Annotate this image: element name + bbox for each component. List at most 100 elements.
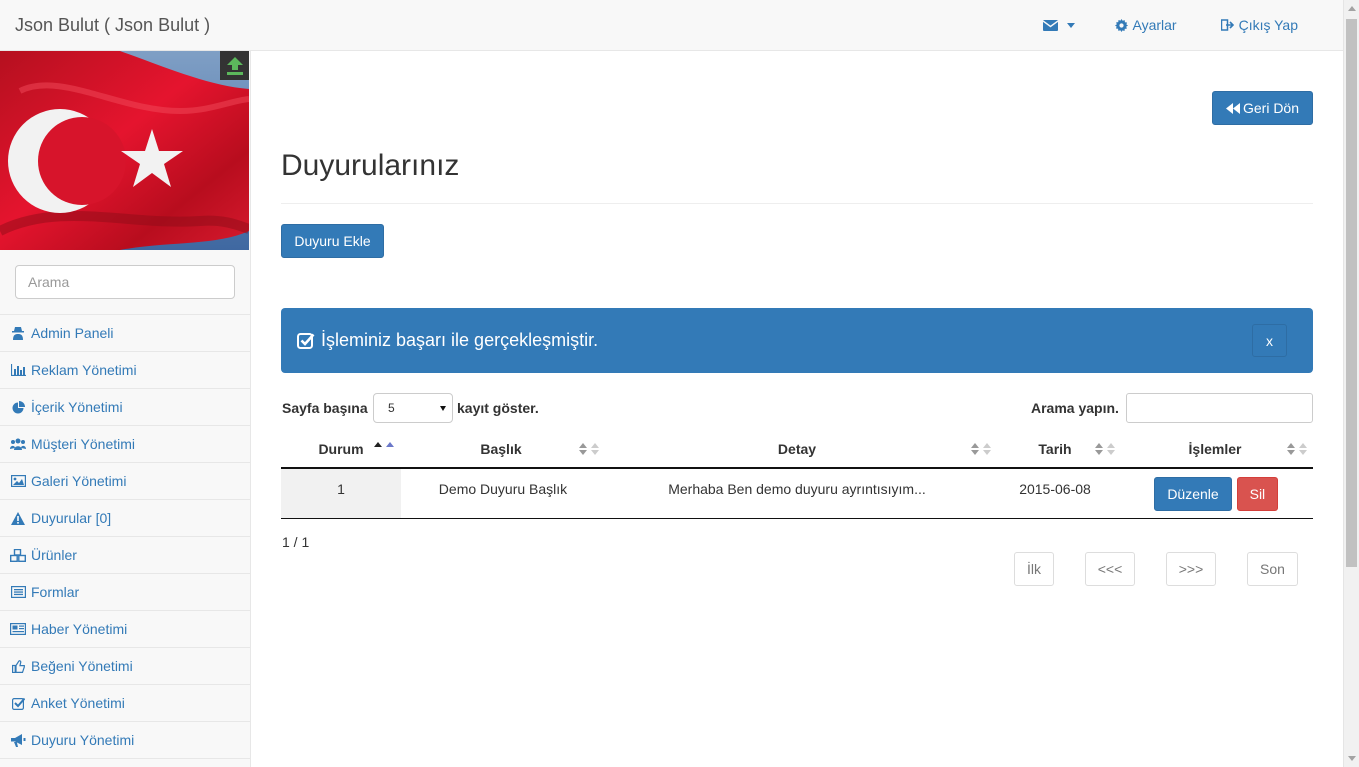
- sidebar-item-label: Galeri Yönetimi: [31, 473, 127, 489]
- sidebar-search-input[interactable]: [15, 265, 235, 299]
- check-square-icon: [10, 696, 26, 710]
- sidebar: Admin Paneli Reklam Yönetimi İçerik Yöne…: [0, 51, 251, 767]
- scroll-thumb[interactable]: [1346, 19, 1357, 567]
- column-header-label: Tarih: [1038, 441, 1072, 457]
- sidebar-item-reklam[interactable]: Reklam Yönetimi: [0, 352, 250, 389]
- column-header-detay[interactable]: Detay: [601, 431, 993, 469]
- sort-icon: [1287, 443, 1307, 455]
- sign-out-icon: [1220, 19, 1234, 31]
- upload-icon: [226, 56, 243, 75]
- pagination-info: 1 / 1: [282, 534, 310, 550]
- settings-label: Ayarlar: [1132, 17, 1177, 33]
- sidebar-item-label: İçerik Yönetimi: [31, 399, 123, 415]
- sidebar-item-urunler[interactable]: Ürünler: [0, 537, 250, 574]
- table-row: 1 Demo Duyuru Başlık Merhaba Ben demo du…: [281, 468, 1313, 519]
- sidebar-item-haber[interactable]: Haber Yönetimi: [0, 611, 250, 648]
- sidebar-item-icerik[interactable]: İçerik Yönetimi: [0, 389, 250, 426]
- divider: [281, 203, 1313, 204]
- prev-page-button[interactable]: <<<: [1085, 552, 1135, 586]
- sort-icon: [1095, 443, 1115, 455]
- logout-link[interactable]: Çıkış Yap: [1199, 0, 1343, 50]
- pie-chart-icon: [10, 400, 26, 414]
- sidebar-item-label: Ürünler: [31, 547, 77, 563]
- chevron-down-icon: [1066, 22, 1075, 28]
- column-header-label: Detay: [777, 441, 817, 457]
- back-label: Geri Dön: [1242, 100, 1300, 116]
- sidebar-menu: Admin Paneli Reklam Yönetimi İçerik Yöne…: [0, 314, 250, 759]
- sort-ascending-icon: [374, 442, 394, 447]
- user-secret-icon: [10, 326, 26, 340]
- sidebar-item-begeni[interactable]: Beğeni Yönetimi: [0, 648, 250, 685]
- table-controls: Sayfa başına 5 kayıt göster. Arama yapın…: [281, 393, 1313, 425]
- profile-flag-image: [0, 51, 249, 250]
- page-title: Duyurularınız: [281, 149, 460, 182]
- newspaper-icon: [10, 622, 26, 636]
- sidebar-item-formlar[interactable]: Formlar: [0, 574, 250, 611]
- announcements-table: Durum Başlık Detay Tarih İşlemler 1 Demo…: [281, 431, 1313, 519]
- column-header-tarih[interactable]: Tarih: [993, 431, 1117, 469]
- column-header-label: Başlık: [480, 441, 522, 457]
- delete-button[interactable]: Sil: [1236, 477, 1278, 511]
- sort-icon: [579, 443, 599, 455]
- check-square-icon: [297, 332, 315, 349]
- bullhorn-icon: [10, 733, 26, 747]
- column-header-durum[interactable]: Durum: [281, 431, 401, 469]
- table-search-input[interactable]: [1126, 393, 1313, 423]
- back-button[interactable]: Geri Dön: [1212, 91, 1313, 125]
- sidebar-item-duyurular[interactable]: Duyurular [0]: [0, 500, 250, 537]
- gear-icon: [1114, 18, 1128, 32]
- scroll-down-arrow-icon[interactable]: [1348, 756, 1356, 761]
- sidebar-item-musteri[interactable]: Müşteri Yönetimi: [0, 426, 250, 463]
- sidebar-item-label: Admin Paneli: [31, 325, 114, 341]
- backward-icon: [1225, 102, 1240, 114]
- logout-label: Çıkış Yap: [1238, 17, 1298, 33]
- sidebar-item-label: Duyuru Yönetimi: [31, 732, 135, 748]
- sidebar-item-label: Beğeni Yönetimi: [31, 658, 133, 674]
- settings-link[interactable]: Ayarlar: [1093, 0, 1199, 50]
- upload-photo-button[interactable]: [220, 51, 249, 80]
- column-header-label: İşlemler: [1188, 441, 1242, 457]
- top-navbar: Json Bulut ( Json Bulut ) Ayarlar Çıkış …: [0, 0, 1343, 51]
- table-header-row: Durum Başlık Detay Tarih İşlemler: [281, 431, 1313, 469]
- sidebar-item-label: Anket Yönetimi: [31, 695, 125, 711]
- last-page-button[interactable]: Son: [1247, 552, 1298, 586]
- cell-baslik: Demo Duyuru Başlık: [401, 468, 601, 519]
- bar-chart-icon: [10, 363, 26, 377]
- sidebar-item-label: Haber Yönetimi: [31, 621, 128, 637]
- success-alert: İşleminiz başarı ile gerçekleşmiştir. x: [281, 308, 1313, 373]
- cell-actions: Düzenle Sil: [1117, 468, 1313, 519]
- sidebar-item-label: Müşteri Yönetimi: [31, 436, 136, 452]
- column-header-label: Durum: [318, 441, 364, 457]
- table-search-label: Arama yapın.: [1031, 400, 1119, 416]
- close-alert-button[interactable]: x: [1252, 324, 1287, 357]
- page-scrollbar[interactable]: [1343, 0, 1359, 767]
- page-length-label: Sayfa başına: [282, 400, 368, 416]
- page-length-suffix: kayıt göster.: [457, 400, 539, 416]
- edit-button[interactable]: Düzenle: [1154, 477, 1232, 511]
- page-length-value: 5: [388, 401, 395, 415]
- messages-dropdown[interactable]: [1021, 0, 1093, 50]
- cell-detay: Merhaba Ben demo duyuru ayrıntısıyım...: [601, 468, 993, 519]
- add-announcement-button[interactable]: Duyuru Ekle: [281, 224, 384, 258]
- warning-icon: [10, 511, 26, 525]
- sidebar-item-admin-panel[interactable]: Admin Paneli: [0, 315, 250, 352]
- scroll-up-arrow-icon[interactable]: [1348, 6, 1356, 11]
- alert-message: İşleminiz başarı ile gerçekleşmiştir.: [321, 330, 599, 350]
- sidebar-item-anket[interactable]: Anket Yönetimi: [0, 685, 250, 722]
- cubes-icon: [10, 548, 26, 562]
- thumbs-up-icon: [10, 659, 26, 673]
- page-length-select[interactable]: 5: [373, 393, 453, 423]
- next-page-button[interactable]: >>>: [1166, 552, 1216, 586]
- sidebar-item-label: Formlar: [31, 584, 80, 600]
- first-page-button[interactable]: İlk: [1014, 552, 1054, 586]
- envelope-icon: [1042, 19, 1058, 31]
- sidebar-item-galeri[interactable]: Galeri Yönetimi: [0, 463, 250, 500]
- column-header-islemler[interactable]: İşlemler: [1117, 431, 1313, 469]
- cell-durum: 1: [281, 468, 401, 519]
- users-icon: [10, 437, 26, 451]
- sidebar-item-duyuru-yonetimi[interactable]: Duyuru Yönetimi: [0, 722, 250, 759]
- brand-title[interactable]: Json Bulut ( Json Bulut ): [15, 15, 210, 36]
- chevron-down-icon: [440, 406, 446, 411]
- picture-icon: [10, 474, 26, 488]
- column-header-baslik[interactable]: Başlık: [401, 431, 601, 469]
